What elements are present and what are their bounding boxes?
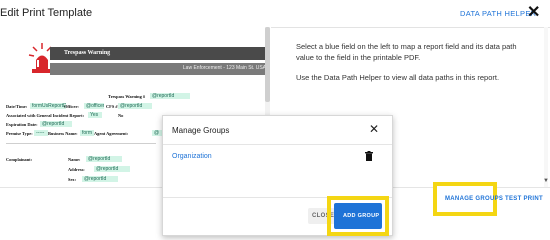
scroll-down-icon[interactable]: ▼ [543,178,549,184]
pdf-label: Complainant: [6,157,33,162]
close-icon[interactable]: ✕ [527,3,540,23]
pdf-label: Associated with General Incident Report: [6,113,85,118]
dialog-divider [163,144,392,145]
instructions-paragraph: Select a blue field on the left to map a… [296,42,517,62]
manage-groups-button[interactable]: MANAGE GROUPS [445,196,503,202]
data-path-helper-button[interactable]: DATA PATH HELPER [460,9,536,18]
pdf-field[interactable]: formUsReportDa [30,103,66,109]
pdf-label: Date/Time: [6,104,28,109]
pdf-label: Officer: [64,104,79,109]
pdf-label: Sex: [68,177,77,182]
agency-text: Law Enforcement - 123 Main St. USA [182,65,266,71]
pdf-label: Expiration Date: [6,122,38,127]
group-item-organization[interactable]: Organization [172,153,212,160]
page-title: Edit Print Template [0,7,93,19]
pdf-label: Agent Agreement: [94,131,129,136]
pdf-field[interactable]: Yes [88,112,102,118]
report-title: Trespass Warning [64,50,111,56]
pdf-label: CFS # [106,104,118,109]
dialog-close-icon[interactable]: ✕ [369,121,379,137]
pdf-field[interactable]: @reportId [40,121,72,127]
pdf-field[interactable]: @reportId [118,103,152,109]
pdf-field[interactable]: @officerFi [84,103,104,109]
pdf-label: Name: [68,157,81,162]
pdf-field[interactable]: @reportId [86,156,122,162]
pdf-field[interactable]: ----- [34,130,48,136]
trash-icon[interactable] [365,151,373,161]
add-group-label: ADD GROUP [343,213,380,219]
test-print-button[interactable]: TEST PRINT [505,196,543,202]
pdf-label: Premise Type: [6,131,33,136]
instructions-paragraph: Use the Data Path Helper to view all dat… [296,73,500,82]
pdf-field[interactable]: @reportId [150,93,190,99]
pdf-field[interactable]: @reportId [82,176,118,182]
pdf-divider [6,143,156,144]
pdf-label: No [118,113,124,118]
pdf-label: Address: [68,167,85,172]
page-scrollbar[interactable] [544,27,548,187]
preview-scroll-thumb[interactable] [265,27,270,102]
pdf-label: Business Name: [48,131,78,136]
dialog-title: Manage Groups [172,126,230,135]
pdf-label: Trespass Warning # [108,94,146,99]
pdf-field[interactable]: form [80,130,94,136]
pdf-field[interactable]: @reportId [94,166,130,172]
